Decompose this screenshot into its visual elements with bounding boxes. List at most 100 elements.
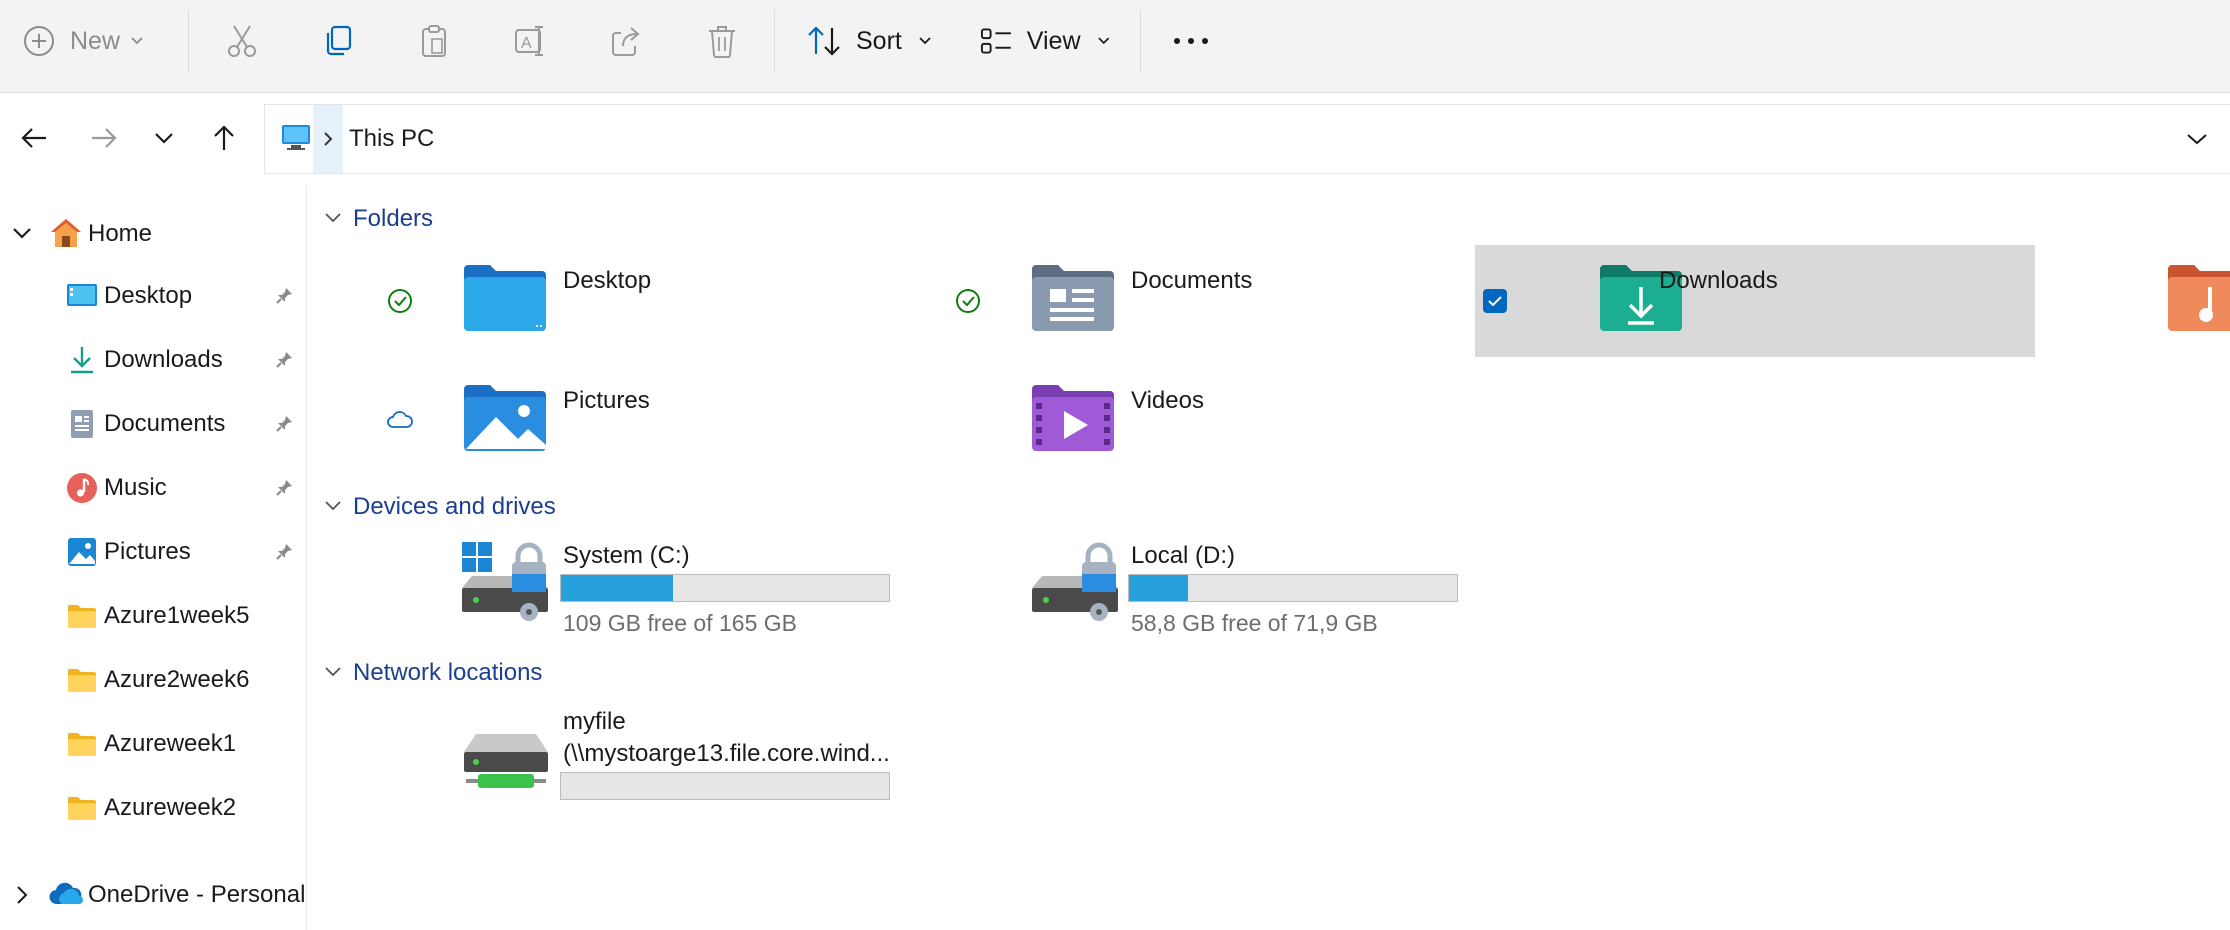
chevron-down-icon [1097,37,1109,45]
folder-icon [68,733,96,756]
sidebar-item-azure2week6[interactable]: Azure2week6 [0,650,306,710]
navigation-pane: Home Desktop Downloads Documents Music P… [0,185,306,930]
rename-icon: A [515,26,543,56]
network-drive-icon [464,734,548,788]
folder-tile-pictures[interactable]: Pictures [378,365,938,477]
section-folders[interactable]: Folders [353,205,433,233]
drive-tile-local-d[interactable]: Local (D:) 58,8 GB free of 71,9 GB [946,530,1470,640]
drive-tile-system-c[interactable]: System (C:) 109 GB free of 165 GB [378,530,938,640]
downloads-icon [71,347,93,374]
folder-tile-documents[interactable]: Documents [946,245,1470,357]
folder-name: Pictures [563,387,650,414]
scissors-icon [228,25,256,57]
trash-icon [709,26,735,58]
back-button[interactable] [12,116,56,160]
share-icon [612,27,640,56]
command-bar: New A Sort View [0,0,2230,93]
sidebar-item-label: Azure2week6 [104,666,250,693]
section-network-locations[interactable]: Network locations [353,659,542,687]
toolbar-separator [188,10,189,72]
sidebar-item-label: Documents [104,410,226,437]
sidebar-item-documents[interactable]: Documents [0,394,306,454]
pin-icon[interactable] [274,414,294,434]
pin-icon[interactable] [274,478,294,498]
chevron-down-icon [2187,134,2207,145]
copy-button[interactable] [316,14,360,68]
svg-text:A: A [521,35,532,52]
this-pc-icon [282,125,310,150]
chevron-down-icon[interactable] [12,226,32,240]
rename-button[interactable]: A [508,14,552,68]
sidebar-item-label: Pictures [104,538,191,565]
forward-button[interactable] [82,116,126,160]
sidebar-item-music[interactable]: Music [0,458,306,518]
drive-name: Local (D:) [1131,542,1236,569]
folder-name: Desktop [563,267,652,294]
pane-divider[interactable] [306,185,307,930]
sidebar-item-azure1week5[interactable]: Azure1week5 [0,586,306,646]
sync-check-icon [956,289,980,313]
drive-usage-bar [560,574,890,602]
sidebar-item-label: Home [88,220,153,247]
sidebar-item-label: Downloads [104,346,223,373]
recent-locations-button[interactable] [142,116,186,160]
chevron-down-icon[interactable] [324,500,342,512]
sidebar-item-desktop[interactable]: Desktop [0,266,306,326]
address-bar[interactable]: This PC [264,104,2230,174]
sidebar-item-downloads[interactable]: Downloads [0,330,306,390]
network-drive-path: (\\mystoarge13.file.core.wind... [563,740,890,767]
folder-tile-music[interactable] [2160,245,2230,357]
share-button[interactable] [604,14,648,68]
cloud-status-icon [387,411,413,428]
folder-icon [68,605,96,628]
videos-folder-icon [1032,385,1114,451]
pin-icon[interactable] [274,542,294,562]
music-folder-icon [2168,265,2230,331]
delete-button[interactable] [700,14,744,68]
breadcrumb-separator[interactable] [313,105,343,173]
sidebar-item-azureweek1[interactable]: Azureweek1 [0,714,306,774]
music-icon [67,473,97,503]
new-label: New [70,26,121,55]
chevron-down-icon[interactable] [324,666,342,678]
sort-button[interactable]: Sort [806,14,936,68]
network-drive-tile[interactable]: myfile (\\mystoarge13.file.core.wind... [378,700,938,810]
paste-button[interactable] [412,14,456,68]
drive-usage-bar [1128,574,1458,602]
pin-icon[interactable] [274,350,294,370]
section-devices-and-drives[interactable]: Devices and drives [353,493,556,521]
sort-label: Sort [856,26,902,55]
folder-tile-videos[interactable]: Videos [946,365,1470,477]
drive-free-space: 58,8 GB free of 71,9 GB [1131,610,1378,636]
cut-button[interactable] [220,14,264,68]
arrow-right-icon [92,128,117,148]
chevron-down-icon[interactable] [324,212,342,224]
pin-icon[interactable] [274,286,294,306]
sidebar-item-label: Azureweek2 [104,794,237,821]
sidebar-item-home[interactable]: Home [0,204,306,264]
sidebar-item-azureweek2[interactable]: Azureweek2 [0,778,306,838]
plus-circle-icon [24,26,54,56]
folder-tile-downloads[interactable]: Downloads [1475,245,2035,357]
folder-tile-desktop[interactable]: Desktop [378,245,938,357]
documents-icon [71,410,93,438]
desktop-folder-icon [464,265,546,331]
breadcrumb-this-pc[interactable]: This PC [349,125,434,153]
sidebar-item-pictures[interactable]: Pictures [0,522,306,582]
selection-checkbox[interactable] [1483,289,1507,313]
drive-usage-fill [561,575,673,601]
up-button[interactable] [202,116,246,160]
address-history-button[interactable] [2175,117,2219,161]
chevron-right-icon[interactable] [16,885,28,905]
view-button[interactable]: View [980,14,1110,68]
new-button[interactable]: New [22,14,162,68]
drive-usage-fill [1129,575,1189,601]
desktop-icon [67,284,97,306]
folder-name: Videos [1131,387,1204,414]
folder-icon [68,669,96,692]
toolbar-separator [774,10,775,72]
sync-check-icon [388,289,412,313]
more-options-button[interactable] [1168,14,1214,68]
chevron-down-icon [155,133,173,144]
sidebar-item-onedrive[interactable]: OneDrive - Personal [0,865,306,925]
